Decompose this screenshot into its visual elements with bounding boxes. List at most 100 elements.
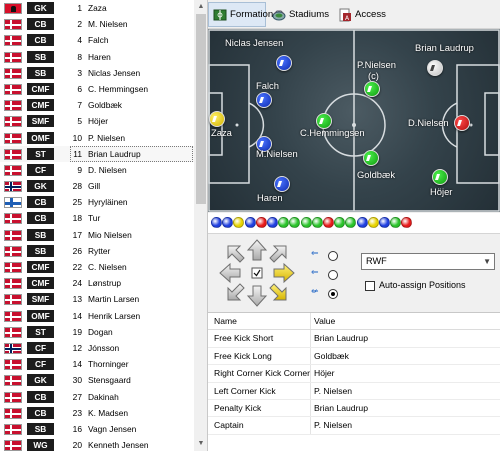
grid-cell-value[interactable]: Brian Laudrup [314,333,368,343]
roster-row[interactable]: CB 4 Falch [0,32,194,48]
pitch-player-p-nielsen[interactable] [364,81,380,97]
position-role-select[interactable]: RWF ▼ [361,253,495,270]
grid-cell-value[interactable]: Goldbæk [314,351,349,361]
grid-cell-value[interactable]: Brian Laudrup [314,403,368,413]
roster-row[interactable]: SB 8 Haren [0,49,194,65]
run-left-radio[interactable] [328,251,338,261]
move-left-button[interactable] [220,263,240,283]
grid-cell-name: Free Kick Long [214,350,272,361]
tab-formation[interactable]: Formation [208,2,273,27]
grid-row[interactable]: Penalty Kick Brian Laudrup [208,400,500,418]
roster-row[interactable]: GK 28 Gill [0,178,194,194]
grid-row[interactable]: Left Corner Kick P. Nielsen [208,382,500,400]
flag-icon [4,67,22,79]
roster-row[interactable]: ST 19 Dogan [0,324,194,340]
grid-cell-value[interactable]: Höjer [314,368,335,378]
grid-row[interactable]: Free Kick Long Goldbæk [208,347,500,366]
roster-scrollbar[interactable]: ▲ ▼ [194,0,207,451]
roster-row[interactable]: CF 14 Thorninger [0,356,194,372]
roster-row[interactable]: OMF 14 Henrik Larsen [0,308,194,324]
pitch-player-hojer[interactable] [432,169,448,185]
pitch-player-brian-laudrup[interactable] [427,60,443,76]
shirt-number: 10 [72,132,82,143]
roster-row[interactable]: CF 9 D. Nielsen [0,162,194,178]
shirt-number: 20 [72,440,82,451]
move-right-button[interactable] [274,263,294,283]
roster-row[interactable]: OMF 10 P. Nielsen [0,130,194,146]
roster-row[interactable]: ST 11 Brian Laudrup [0,145,194,163]
position-role-value: RWF [366,256,387,266]
shirt-number: 1 [77,3,82,13]
grid-cell-value[interactable]: P. Nielsen [314,420,352,430]
player-color-ball [278,217,290,228]
roster-row[interactable]: SB 26 Rytter [0,243,194,259]
scroll-down-arrow-icon[interactable]: ▼ [194,437,207,451]
player-color-ball [244,217,256,228]
run-back-radio[interactable] [328,289,338,299]
roster-row[interactable]: CMF 24 Lønstrup [0,275,194,291]
move-down-button[interactable] [247,286,267,306]
pitch-player-haren[interactable] [274,176,290,192]
roster-row[interactable]: CB 18 Tur [0,210,194,226]
grid-row[interactable]: Free Kick Short Brian Laudrup [208,330,500,348]
player-color-ball [267,217,278,228]
run-none-radio[interactable] [328,270,338,280]
player-name: Goldbæk [88,100,122,111]
roster-row[interactable]: SB 3 Niclas Jensen [0,65,194,81]
roster-row[interactable]: WG 20 Kenneth Jensen [0,437,194,451]
pitch-player-d-nielsen[interactable] [454,115,470,131]
tab-stadiums[interactable]: Stadiums [268,2,342,27]
flag-icon [4,19,22,31]
pitch-label-m-nielsen: M.Nielsen [256,148,298,159]
tab-access[interactable]: A Access [334,2,394,27]
scroll-up-arrow-icon[interactable]: ▲ [194,0,207,14]
pitch-player-niclas-jensen[interactable] [276,55,292,71]
roster-row[interactable]: SB 16 Vagn Jensen [0,421,194,437]
roster-row[interactable]: CB 2 M. Nielsen [0,16,194,32]
roster-row[interactable]: GK 30 Stensgaard [0,372,194,388]
position-badge: CB [27,406,54,419]
roster-row[interactable]: CMF 7 Goldbæk [0,97,194,113]
position-badge: CMF [27,99,54,112]
formation-pitch[interactable]: Niclas Jensen Falch Zaza M.Nielsen C.Hem… [208,29,500,212]
roster-row[interactable]: CMF 22 C. Nielsen [0,259,194,275]
position-badge: SB [27,228,54,241]
flag-icon [4,440,22,451]
pitch-player-zaza[interactable] [209,111,225,127]
pitch-player-falch[interactable] [256,92,272,108]
grid-header-value[interactable]: Value [314,316,335,326]
roster-rows: GK 1 Zaza CB 2 M. Nielsen CB 4 Falch SB 8 Haren SB 3 N… [0,0,194,451]
position-badge: CB [27,18,54,31]
player-name: Hyryläinen [88,197,128,208]
move-down-left-button[interactable] [228,282,248,302]
player-roster-list[interactable]: GK 1 Zaza CB 2 M. Nielsen CB 4 Falch SB 8 Haren SB 3 N… [0,0,208,451]
flag-icon [4,3,22,14]
move-down-right-button[interactable] [268,282,288,302]
player-name: K. Madsen [88,407,129,418]
pitch-player-goldbaek[interactable] [363,150,379,166]
grid-row[interactable]: Right Corner Kick Corner Höjer [208,365,500,383]
roster-row[interactable]: CMF 6 C. Hemmingsen [0,81,194,97]
move-up-button[interactable] [247,240,267,260]
roster-row[interactable]: SMF 13 Martin Larsen [0,291,194,307]
column-separator [310,365,311,382]
auto-assign-checkbox[interactable] [365,281,375,291]
shirt-number: 25 [72,197,82,208]
grid-cell-value[interactable]: P. Nielsen [314,386,352,396]
position-badge: SB [27,244,54,257]
player-name: Dogan [88,326,113,337]
roster-row[interactable]: SB 17 Mio Nielsen [0,227,194,243]
grid-header-name[interactable]: Name [214,316,237,326]
roster-row[interactable]: CF 12 Jónsson [0,340,194,356]
roster-row[interactable]: CB 25 Hyryläinen [0,194,194,210]
position-badge: CB [27,34,54,47]
scrollbar-thumb[interactable] [196,14,206,204]
column-separator[interactable] [310,313,311,330]
position-badge: SMF [27,293,54,306]
player-color-ball [289,217,301,228]
grid-row[interactable]: Captain P. Nielsen [208,417,500,435]
roster-row[interactable]: SMF 5 Höjer [0,113,194,129]
roster-row[interactable]: GK 1 Zaza [0,0,194,16]
roster-row[interactable]: CB 27 Dakinah [0,389,194,405]
roster-row[interactable]: CB 23 K. Madsen [0,405,194,421]
